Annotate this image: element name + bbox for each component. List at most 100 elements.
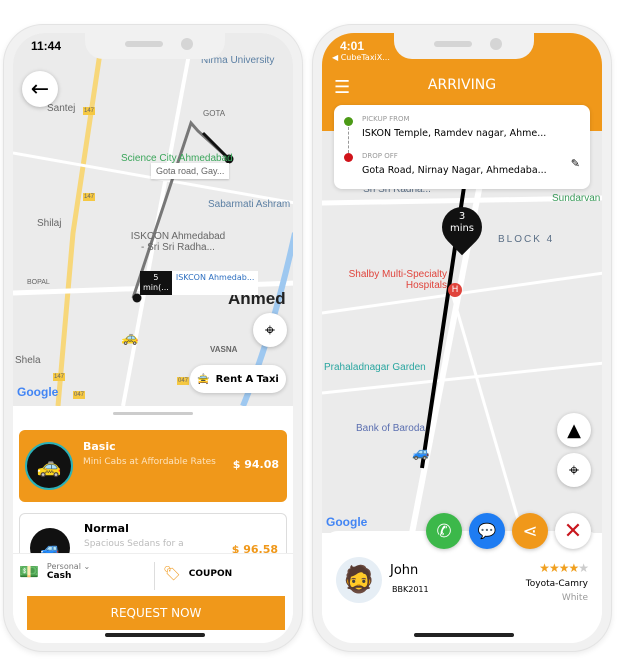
phone-arriving: ISKCON Ahmedabad - Sri Sri Radha... Sund…	[312, 24, 612, 652]
chat-button[interactable]: 💬	[469, 513, 505, 549]
highway-shield: 147	[83, 107, 96, 115]
share-icon: ⋖	[522, 520, 538, 542]
car-marker-icon: 🚕	[121, 330, 139, 346]
highway-shield: 147	[53, 373, 66, 381]
pencil-icon: ✎	[570, 157, 580, 170]
drop-value[interactable]: Gota Road, Nirnay Nagar, Ahmedaba...	[362, 165, 547, 176]
crosshair-icon: ⌖	[568, 459, 580, 481]
crosshair-icon: ⌖	[264, 319, 276, 341]
back-button[interactable]: ←	[22, 71, 58, 107]
home-indicator	[414, 633, 514, 637]
arrow-left-icon: ←	[30, 76, 50, 102]
map-label: Bank of Baroda	[356, 423, 425, 434]
map-label: BOPAL	[27, 279, 50, 286]
pickup-dot-icon	[344, 117, 353, 126]
taxi-icon: 🚖	[197, 373, 210, 385]
rating-stars: ★★★★★	[539, 561, 589, 575]
hospital-icon: H	[448, 283, 462, 297]
drop-dot-icon	[344, 153, 353, 162]
status-time: 4:01	[340, 39, 365, 53]
pickup-value[interactable]: ISKON Temple, Ramdev nagar, Ahme...	[362, 128, 546, 139]
request-now-button[interactable]: REQUEST NOW	[27, 596, 285, 630]
star-icon: ★	[578, 561, 589, 575]
chat-icon: 💬	[477, 522, 497, 540]
ride-desc: Mini Cabs at Affordable Rates	[83, 457, 216, 467]
ride-desc: Spacious Sedans for a	[84, 539, 184, 549]
status-time: 11:44	[31, 39, 62, 53]
back-to-app-link[interactable]: ◀ CubeTaxiX...	[332, 53, 390, 62]
map-label: Sundarvan	[552, 193, 601, 204]
coupon-button[interactable]: 🏷 COUPON	[163, 566, 232, 582]
screen: ISKCON Ahmedabad - Sri Sri Radha... Sund…	[322, 33, 602, 643]
star-icon: ★	[568, 561, 579, 575]
map-label: Sabarmati Ashram	[208, 199, 291, 210]
car-color: White	[561, 593, 588, 603]
ride-name: Normal	[84, 522, 129, 535]
home-indicator	[105, 633, 205, 637]
car-icon: 🚕	[25, 442, 73, 490]
sheet-handle[interactable]	[113, 412, 193, 415]
my-location-button[interactable]: ⌖	[557, 453, 591, 487]
car-marker-icon: 🚙	[412, 445, 430, 461]
pickup-tooltip: 5 min(... ISKCON Ahmedab...	[140, 271, 259, 295]
my-location-button[interactable]: ⌖	[253, 313, 287, 347]
payment-method: Cash	[46, 571, 72, 581]
notch	[85, 33, 225, 59]
route-line	[348, 127, 349, 153]
coupon-label: COUPON	[188, 569, 233, 579]
driver-sheet: 🧔 John BBK2011 ★★★★★ Toyota-Camry White	[322, 531, 602, 643]
drop-tooltip: Gota road, Gay...	[151, 163, 230, 179]
notch	[394, 33, 534, 59]
pickup-label: ISKCON Ahmedab...	[175, 273, 255, 282]
map-label: GOTA	[203, 109, 226, 118]
chevron-down-icon: ⌄	[83, 562, 91, 571]
ride-name: Basic	[83, 440, 116, 453]
google-logo: Google	[17, 385, 59, 399]
map[interactable]: Nirma University Santej GOTA Science Cit…	[13, 33, 293, 406]
route-card: PICKUP FROM ISKON Temple, Ramdev nagar, …	[334, 105, 590, 189]
car-model: Toyota-Camry	[525, 579, 588, 589]
google-logo: Google	[326, 515, 368, 529]
share-button[interactable]: ⋖	[512, 513, 548, 549]
driver-avatar: 🧔	[336, 557, 382, 603]
bottom-bar: 💵 Personal ⌄ Cash 🏷 COUPON REQUEST NOW	[13, 553, 293, 643]
driver-name: John	[390, 563, 419, 578]
map-label: Santej	[47, 103, 76, 114]
ride-price: $ 94.08	[232, 458, 279, 471]
highway-shield: 047	[177, 377, 190, 385]
map-label: Shilaj	[37, 218, 62, 229]
divider	[154, 562, 155, 590]
map-label: ISKCON Ahmedabad - Sri Sri Radha...	[130, 231, 226, 253]
highway-shield: 047	[73, 391, 86, 399]
wallet-icon: 💵	[19, 562, 39, 581]
ride-option-basic[interactable]: 🚕 Basic Mini Cabs at Affordable Rates $ …	[19, 430, 287, 502]
map-label: Shalby Multi-Specialty Hospitals	[348, 269, 447, 291]
phone-ride-request: 11:44 Nirma University Santej GOTA Scien…	[3, 24, 303, 652]
driver-plate: BBK2011	[392, 585, 429, 594]
rent-taxi-label: Rent A Taxi	[215, 373, 279, 385]
map-label: VASNA	[210, 345, 238, 354]
payment-selector[interactable]: 💵 Personal ⌄ Cash	[19, 562, 90, 581]
eta-pin-text: 3 mins	[449, 211, 475, 234]
drop-label: DROP OFF	[362, 152, 398, 160]
edit-button[interactable]: ✎	[571, 157, 580, 170]
map-label: BLOCK 4	[498, 234, 555, 245]
star-icon: ★	[558, 561, 570, 575]
map-label: Shela	[15, 355, 41, 366]
cancel-button[interactable]: ✕	[555, 513, 591, 549]
close-icon: ✕	[563, 518, 583, 544]
call-button[interactable]: ✆	[426, 513, 462, 549]
star-icon: ★	[539, 561, 550, 575]
page-title: ARRIVING	[427, 77, 497, 93]
navigate-button[interactable]: ▲	[557, 413, 591, 447]
eta-box: 5 min(...	[140, 271, 172, 295]
highway-shield: 147	[83, 193, 96, 201]
payment-type: Personal	[46, 562, 81, 571]
navigation-arrow-icon: ▲	[567, 419, 581, 441]
star-icon: ★	[548, 561, 560, 575]
coupon-icon: 🏷	[163, 566, 181, 582]
screen: 11:44 Nirma University Santej GOTA Scien…	[13, 33, 293, 643]
map-label: Prahaladnagar Garden	[324, 362, 426, 373]
pickup-label: PICKUP FROM	[362, 115, 410, 123]
rent-taxi-button[interactable]: 🚖 Rent A Taxi	[190, 365, 286, 393]
